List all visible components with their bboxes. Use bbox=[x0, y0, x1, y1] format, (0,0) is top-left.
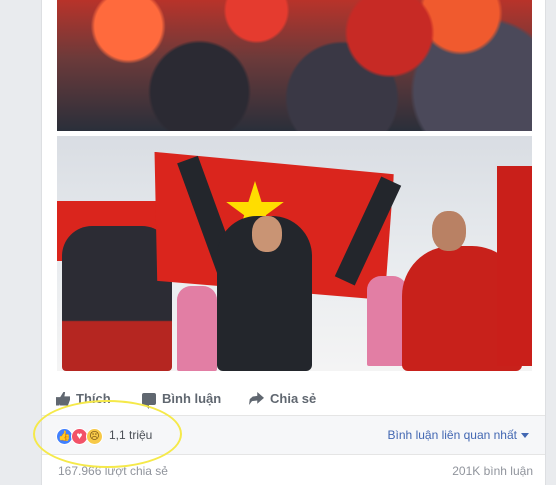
thumbs-up-icon bbox=[56, 391, 70, 406]
post-actions: Thích Bình luận Chia sẻ bbox=[42, 385, 545, 413]
player-face bbox=[432, 211, 466, 251]
reactions-bar: 👍 ♥ ☹ 1,1 triệu Bình luận liên quan nhất bbox=[42, 415, 545, 455]
player-group-left bbox=[62, 226, 172, 371]
sad-icon: ☹ bbox=[86, 428, 103, 445]
comment-sort-dropdown[interactable]: Bình luận liên quan nhất bbox=[388, 428, 529, 442]
staff-figure bbox=[177, 286, 217, 371]
reaction-icons[interactable]: 👍 ♥ ☹ bbox=[56, 428, 103, 445]
comment-sort-label: Bình luận liên quan nhất bbox=[387, 428, 517, 442]
comment-icon bbox=[142, 392, 156, 409]
staff-figure bbox=[367, 276, 407, 366]
share-arrow-icon bbox=[249, 392, 264, 405]
post-photo-team-flag[interactable] bbox=[57, 136, 532, 371]
flag-shape bbox=[497, 166, 532, 366]
player-face bbox=[252, 216, 282, 252]
comment-count[interactable]: 201K bình luận bbox=[452, 464, 533, 478]
like-button[interactable]: Thích bbox=[56, 391, 111, 406]
share-label: Chia sẻ bbox=[270, 391, 317, 406]
chevron-down-icon bbox=[521, 433, 529, 439]
post-card: Thích Bình luận Chia sẻ 👍 ♥ ☹ 1,1 triệu … bbox=[41, 0, 546, 485]
reaction-count[interactable]: 1,1 triệu bbox=[109, 428, 152, 442]
share-count[interactable]: 167.966 lượt chia sẻ bbox=[58, 464, 168, 478]
comment-label: Bình luận bbox=[162, 391, 222, 406]
comment-button[interactable]: Bình luận bbox=[142, 391, 222, 409]
post-photo-crowd[interactable] bbox=[57, 0, 532, 131]
share-button[interactable]: Chia sẻ bbox=[249, 391, 316, 406]
like-label: Thích bbox=[76, 391, 111, 406]
